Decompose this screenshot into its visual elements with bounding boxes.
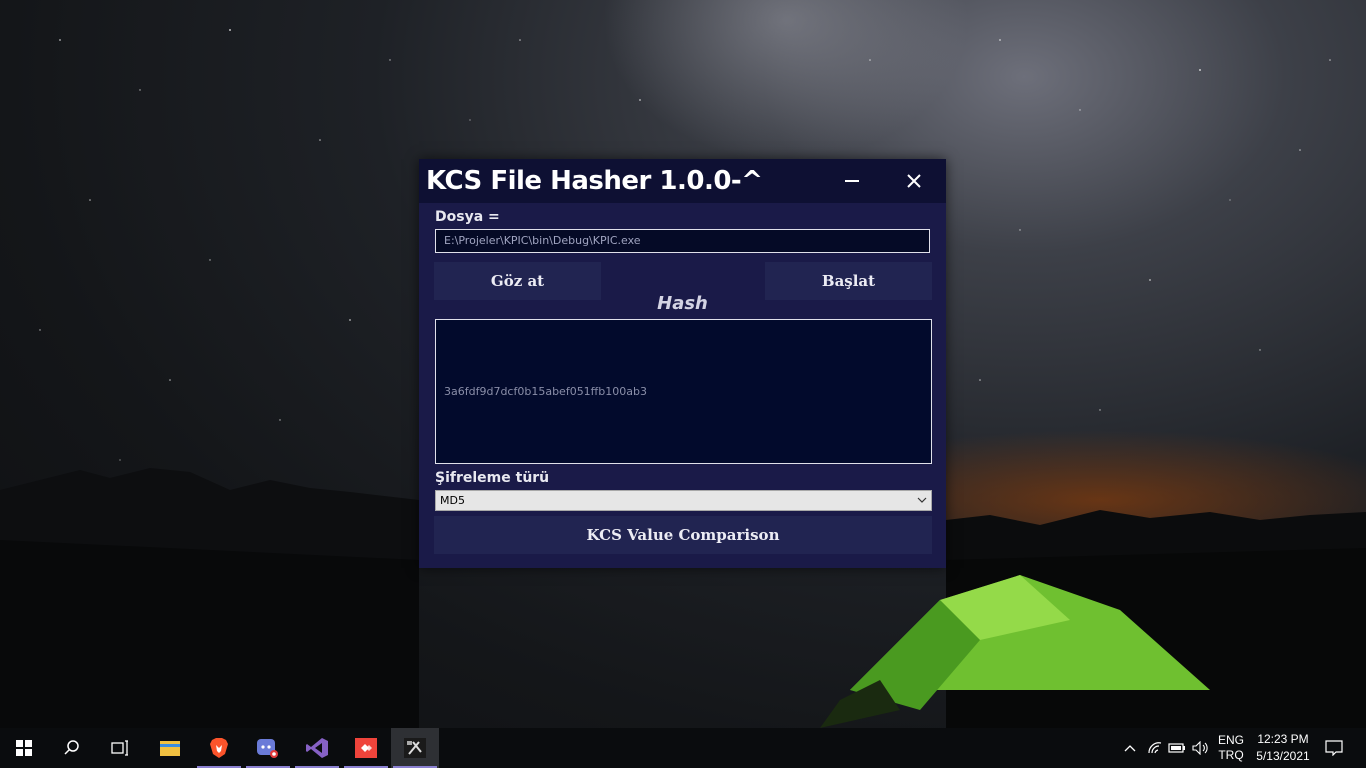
visual-studio-button[interactable] xyxy=(293,728,341,768)
chevron-up-icon xyxy=(1124,745,1136,752)
encryption-type-value: MD5 xyxy=(440,494,465,507)
clock[interactable]: 12:23 PM 5/13/2021 xyxy=(1250,728,1316,768)
notifications-button[interactable] xyxy=(1318,728,1350,768)
anydesk-icon xyxy=(355,738,377,758)
wifi-icon xyxy=(1148,742,1162,754)
value-comparison-button[interactable]: KCS Value Comparison xyxy=(434,516,932,554)
brave-browser-button[interactable] xyxy=(195,728,243,768)
notification-icon xyxy=(1325,740,1343,756)
close-button[interactable] xyxy=(887,159,941,203)
language-indicator[interactable]: ENG TRQ xyxy=(1214,728,1248,768)
hash-output[interactable]: 3a6fdf9d7dcf0b15abef051ffb100ab3 xyxy=(435,319,932,464)
network-button[interactable] xyxy=(1144,728,1166,768)
kcs-file-hasher-button[interactable] xyxy=(391,728,439,768)
brave-browser-icon xyxy=(210,738,228,758)
kcs-file-hasher-window: KCS File Hasher 1.0.0-^ Dosya = E:\Proje… xyxy=(419,159,946,568)
hash-value: 3a6fdf9d7dcf0b15abef051ffb100ab3 xyxy=(444,385,647,398)
start-button[interactable] xyxy=(0,728,48,768)
clock-date: 5/13/2021 xyxy=(1256,749,1310,763)
chevron-down-icon xyxy=(916,491,928,516)
kcs-file-hasher-icon xyxy=(404,738,426,758)
file-explorer-icon xyxy=(160,741,180,756)
window-title: KCS File Hasher 1.0.0-^ xyxy=(426,166,763,196)
language-primary: ENG xyxy=(1217,733,1244,747)
clock-time: 12:23 PM xyxy=(1257,732,1309,746)
close-icon xyxy=(907,174,921,188)
file-label: Dosya = xyxy=(435,209,500,225)
hash-title: Hash xyxy=(657,293,708,314)
search-button[interactable] xyxy=(48,728,96,768)
show-hidden-icons-button[interactable] xyxy=(1118,728,1142,768)
windows-start-icon xyxy=(16,740,32,756)
language-secondary: TRQ xyxy=(1218,748,1244,762)
task-view-icon xyxy=(111,740,128,756)
minimize-icon xyxy=(845,180,859,182)
tent-image xyxy=(820,575,1210,728)
encryption-type-select[interactable]: MD5 xyxy=(435,490,932,511)
visual-studio-icon xyxy=(306,738,328,758)
file-explorer-button[interactable] xyxy=(146,728,194,768)
taskbar: ENG TRQ 12:23 PM 5/13/2021 xyxy=(0,728,1366,768)
encryption-type-label: Şifreleme türü xyxy=(435,470,550,486)
volume-button[interactable] xyxy=(1190,728,1212,768)
anydesk-button[interactable] xyxy=(342,728,390,768)
file-path-input[interactable]: E:\Projeler\KPIC\bin\Debug\KPIC.exe xyxy=(435,229,930,253)
discord-icon xyxy=(257,739,278,758)
battery-icon xyxy=(1168,743,1185,753)
minimize-button[interactable] xyxy=(825,159,879,203)
search-icon xyxy=(64,740,79,755)
discord-button[interactable] xyxy=(244,728,292,768)
task-view-button[interactable] xyxy=(96,728,144,768)
title-bar[interactable]: KCS File Hasher 1.0.0-^ xyxy=(419,159,946,203)
volume-icon xyxy=(1192,741,1208,755)
battery-button[interactable] xyxy=(1166,728,1188,768)
